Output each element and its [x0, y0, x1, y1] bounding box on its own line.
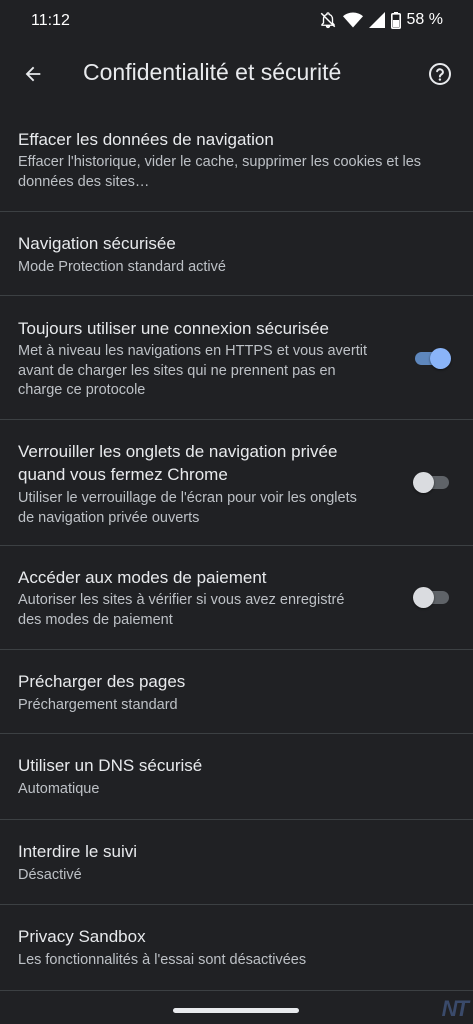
setting-subtitle: Utiliser le verrouillage de l'écran pour…: [18, 490, 357, 526]
toggle-thumb: [413, 472, 434, 493]
setting-subtitle: Effacer l'historique, vider le cache, su…: [18, 154, 422, 190]
setting-safe-browsing[interactable]: Navigation sécurisée Mode Protection sta…: [0, 212, 473, 296]
setting-title: Effacer les données de navigation: [18, 130, 274, 149]
setting-title: Privacy Sandbox: [18, 927, 146, 946]
setting-payment-methods[interactable]: Accéder aux modes de paiement Autoriser …: [0, 546, 473, 650]
setting-title: Accéder aux modes de paiement: [18, 568, 267, 587]
battery-percentage: 58 %: [406, 11, 443, 28]
secure-connection-toggle[interactable]: [413, 346, 451, 370]
back-button[interactable]: [14, 57, 52, 95]
setting-secure-dns[interactable]: Utiliser un DNS sécurisé Automatique: [0, 734, 473, 820]
setting-title: Interdire le suivi: [18, 842, 138, 861]
toggle-thumb: [430, 348, 451, 369]
arrow-back-icon: [22, 63, 44, 90]
app-bar: Confidentialité et sécurité: [0, 44, 473, 108]
page-title: Confidentialité et sécurité: [83, 59, 342, 85]
help-button[interactable]: [423, 59, 457, 93]
setting-title: Verrouiller les onglets de navigation pr…: [18, 442, 338, 484]
status-bar: 11:12 58 %: [0, 0, 473, 44]
setting-subtitle: Les fonctionnalités à l'essai sont désac…: [18, 952, 307, 968]
setting-do-not-track[interactable]: Interdire le suivi Désactivé: [0, 820, 473, 905]
setting-subtitle: Automatique: [18, 781, 100, 797]
setting-always-use-secure-connection[interactable]: Toujours utiliser une connexion sécurisé…: [0, 296, 473, 420]
help-circle-icon: [428, 62, 452, 91]
battery-icon: [390, 11, 401, 29]
toggle-thumb: [413, 587, 434, 608]
cell-signal-icon: [368, 12, 385, 28]
setting-preload-pages[interactable]: Précharger des pages Préchargement stand…: [0, 650, 473, 734]
privacy-security-screen: 11:12 58 % Confidentialité et sécurité E…: [0, 0, 473, 1024]
setting-title: Navigation sécurisée: [18, 234, 176, 253]
notifications-off-icon: [319, 11, 337, 29]
setting-title: Précharger des pages: [18, 672, 186, 691]
setting-subtitle: Met à niveau les navigations en HTTPS et…: [18, 343, 367, 398]
wifi-icon: [342, 12, 363, 28]
status-time: 11:12: [31, 12, 70, 29]
gesture-navigation-bar[interactable]: [173, 1008, 299, 1013]
setting-subtitle: Autoriser les sites à vérifier si vous a…: [18, 592, 345, 628]
setting-subtitle: Mode Protection standard activé: [18, 259, 226, 275]
setting-subtitle: Désactivé: [18, 867, 82, 883]
setting-title: Utiliser un DNS sécurisé: [18, 756, 203, 775]
setting-subtitle: Préchargement standard: [18, 697, 178, 713]
watermark-logo: NT: [441, 996, 469, 1021]
payment-methods-toggle[interactable]: [413, 585, 451, 609]
status-icons: 58 %: [319, 11, 443, 29]
setting-clear-browsing-data[interactable]: Effacer les données de navigation Efface…: [0, 108, 473, 212]
setting-lock-incognito-tabs[interactable]: Verrouiller les onglets de navigation pr…: [0, 420, 473, 546]
setting-title: Toujours utiliser une connexion sécurisé…: [18, 319, 329, 338]
lock-incognito-toggle[interactable]: [413, 470, 451, 494]
setting-privacy-sandbox[interactable]: Privacy Sandbox Les fonctionnalités à l'…: [0, 905, 473, 991]
